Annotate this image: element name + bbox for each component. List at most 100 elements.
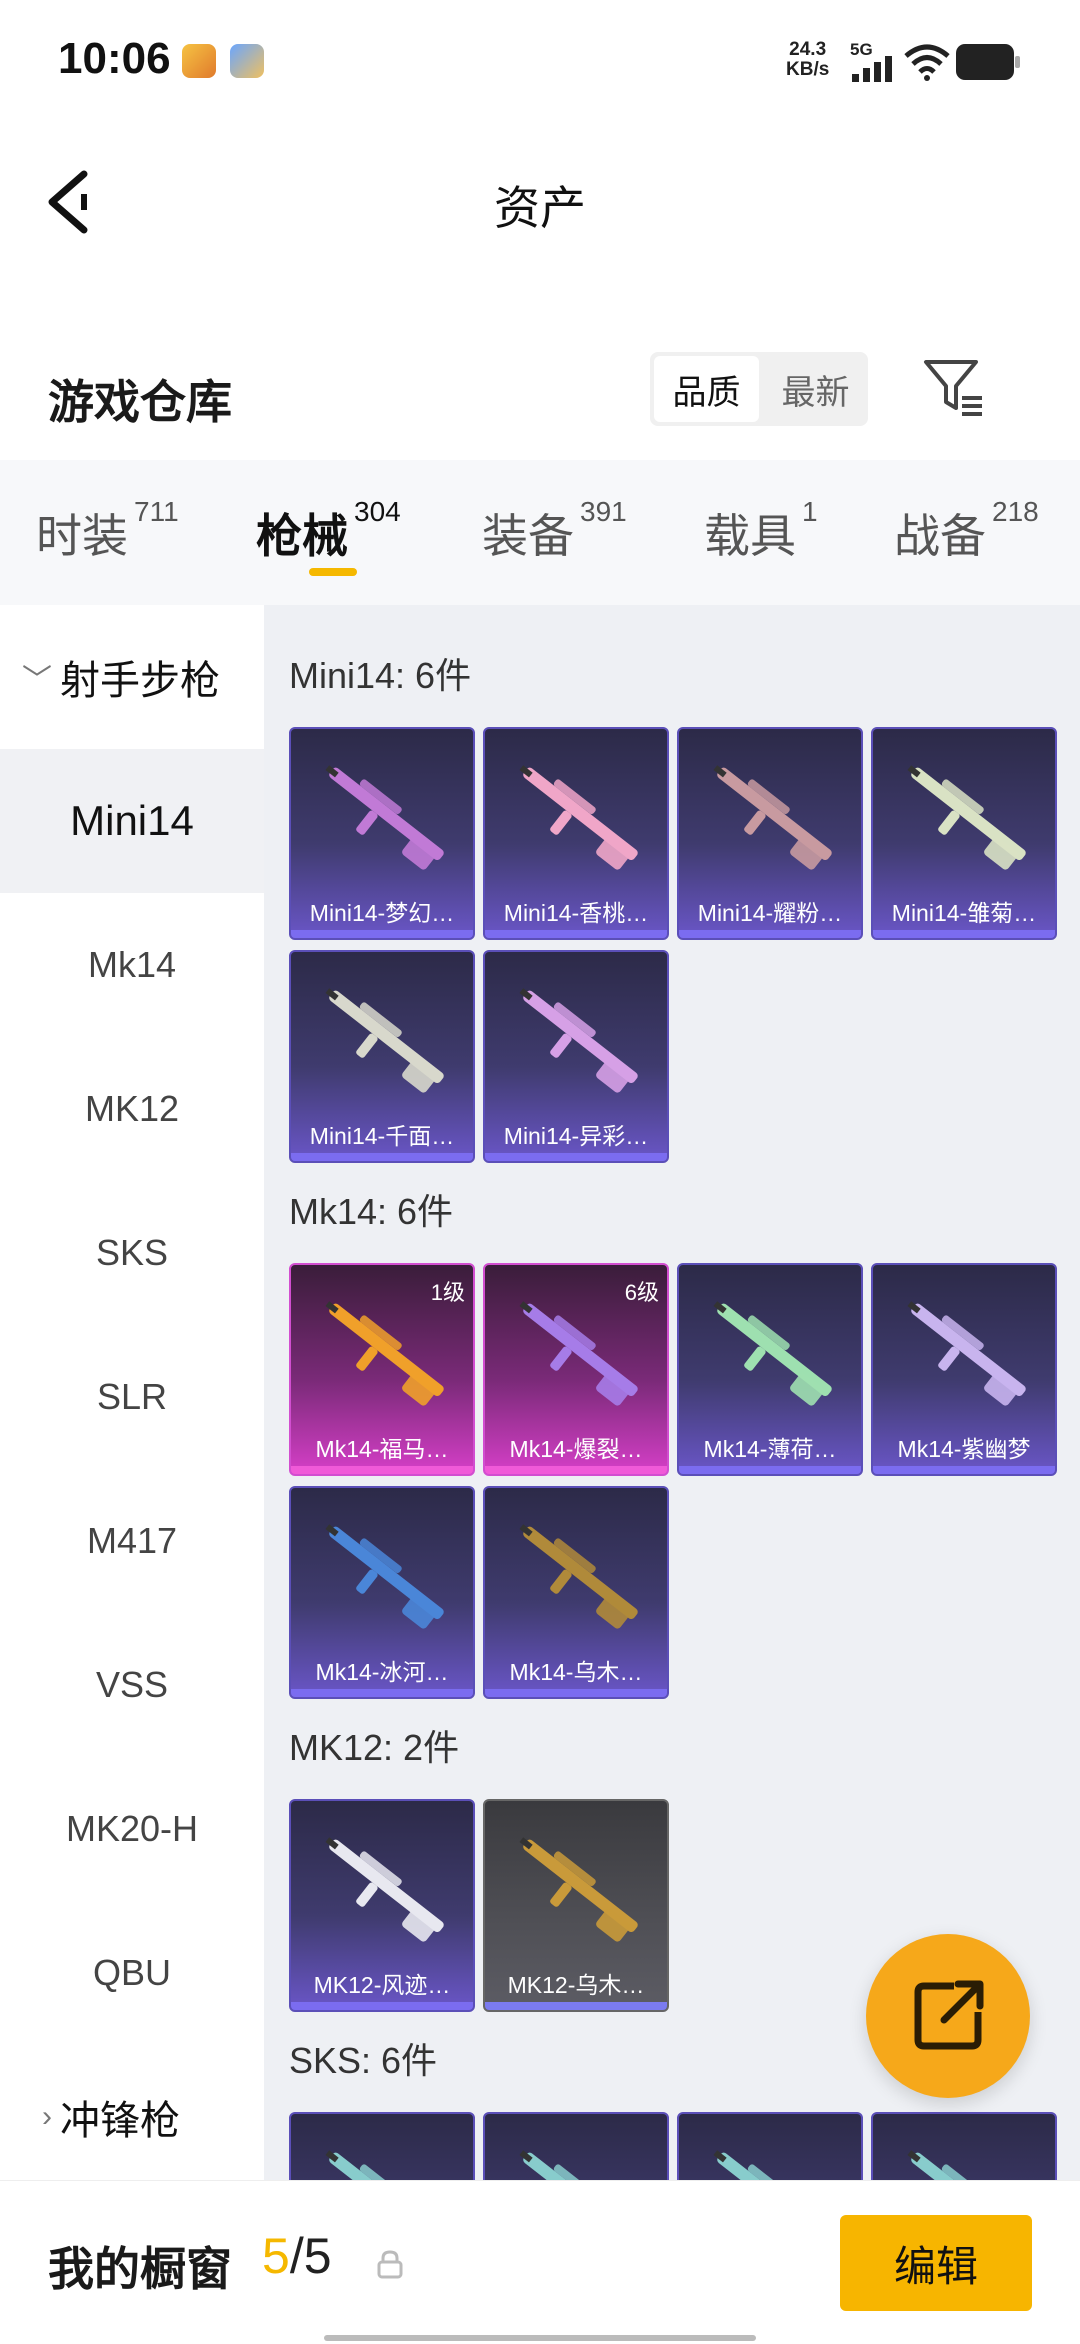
weapon-card[interactable]: Mini14-耀粉… <box>677 727 863 940</box>
weapon-card[interactable]: Mk14-薄荷… <box>677 1263 863 1476</box>
weapon-name: Mini14-雏菊… <box>891 900 1037 926</box>
weapon-skin-image <box>519 2150 638 2180</box>
showcase-bar: 我的橱窗 5/5 编辑 <box>0 2180 1080 2344</box>
weapon-name: Mini14-耀粉… <box>697 900 843 926</box>
page-title: 资产 <box>494 182 586 234</box>
sort-toggle: 品质 最新 <box>650 352 868 426</box>
weapon-name: Mini14-异彩… <box>503 1123 649 1149</box>
sidebar-item-mk12[interactable]: MK12 <box>0 1037 264 1181</box>
weapon-skin-image <box>519 988 638 1093</box>
weapon-card[interactable]: Mk14-冰河… <box>289 1486 475 1699</box>
weapon-skin-image <box>713 1301 832 1406</box>
sidebar-item-mk14[interactable]: Mk14 <box>0 893 264 1037</box>
notification-app-icon <box>182 44 216 78</box>
filter-button[interactable] <box>922 356 986 420</box>
weapon-name: Mini14-香桃… <box>503 900 649 926</box>
category-tabs: 时装 711 枪械 304 装备 391 载具 1 战备 218 <box>0 460 1080 605</box>
edit-button[interactable]: 编辑 <box>840 2215 1032 2311</box>
weapon-card[interactable]: 6级 Mk14-爆裂… <box>483 1263 669 1476</box>
rarity-bar <box>291 2002 473 2010</box>
signal-icon <box>852 56 892 82</box>
weapon-level-badge: 6级 <box>624 1280 659 1305</box>
weapon-name: Mk14-乌木… <box>509 1659 643 1685</box>
rarity-bar <box>679 930 861 938</box>
weapon-sidebar: ﹀ 射手步枪 Mini14 Mk14 MK12 SKS SLR M417 VSS… <box>0 605 264 2180</box>
sidebar-item-mk20h[interactable]: MK20-H <box>0 1757 264 1901</box>
weapon-card[interactable]: Mini14-千面… <box>289 950 475 1163</box>
lock-icon <box>377 2250 403 2279</box>
weapon-card[interactable]: Mini14-梦幻… <box>289 727 475 940</box>
tab-supplies[interactable]: 战备 218 <box>894 496 1039 566</box>
sort-option-newest[interactable]: 最新 <box>763 352 868 426</box>
battery-icon <box>956 44 1020 80</box>
weapon-name: MK12-风迹… <box>313 1972 451 1998</box>
chevron-right-icon: › <box>42 2100 52 2133</box>
weapon-card[interactable]: MK12-风迹… <box>289 1799 475 2012</box>
showcase-label: 我的橱窗 <box>48 2243 232 2295</box>
weapon-card[interactable]: Mini14-香桃… <box>483 727 669 940</box>
weapon-name: MK12-乌木… <box>507 1972 645 1998</box>
share-icon <box>914 1980 984 2050</box>
sidebar-item-slr[interactable]: SLR <box>0 1325 264 1469</box>
weapon-level-badge: 1级 <box>430 1280 465 1305</box>
weapon-name: Mini14-梦幻… <box>309 900 455 926</box>
weapon-card[interactable] <box>483 2112 669 2180</box>
sidebar-item-vss[interactable]: VSS <box>0 1613 264 1757</box>
weapon-card[interactable]: Mk14-紫幽梦 <box>871 1263 1057 1476</box>
weapon-skin-image <box>713 2150 832 2180</box>
tab-equipment[interactable]: 装备 391 <box>482 496 627 566</box>
share-button[interactable] <box>866 1934 1030 2098</box>
weapon-skin-image <box>907 765 1026 870</box>
weapon-card[interactable] <box>677 2112 863 2180</box>
rarity-bar <box>291 1689 473 1697</box>
section-title: SKS: 6件 <box>289 2040 438 2081</box>
rarity-bar <box>679 1466 861 1474</box>
network-speed: 24.3 KB/s <box>786 39 830 80</box>
status-time: 10:06 <box>58 34 171 83</box>
sidebar-item-m417[interactable]: M417 <box>0 1469 264 1613</box>
sidebar-category-marksman[interactable]: ﹀ 射手步枪 <box>0 605 264 749</box>
weapon-name: Mk14-福马… <box>315 1436 449 1462</box>
rarity-bar <box>873 1466 1055 1474</box>
tab-fashion[interactable]: 时装 711 <box>36 496 179 566</box>
weapon-skin-image <box>519 765 638 870</box>
app-header: 资产 <box>0 120 1080 280</box>
weapon-skin-image <box>907 2150 1026 2180</box>
tab-firearms[interactable]: 枪械 304 <box>256 496 401 566</box>
rarity-bar <box>291 1153 473 1161</box>
weapon-card[interactable] <box>871 2112 1057 2180</box>
sidebar-item-mini14[interactable]: Mini14 <box>0 749 264 893</box>
home-indicator <box>324 2335 756 2341</box>
sidebar-item-sks[interactable]: SKS <box>0 1181 264 1325</box>
weapon-card[interactable]: 1级 Mk14-福马… <box>289 1263 475 1476</box>
tab-vehicles[interactable]: 载具 1 <box>704 496 818 566</box>
sidebar-category-smg[interactable]: › 冲锋枪 <box>0 2045 264 2180</box>
weapon-card[interactable]: Mini14-异彩… <box>483 950 669 1163</box>
weapon-name: Mk14-紫幽梦 <box>897 1436 1031 1462</box>
rarity-bar <box>291 930 473 938</box>
weapon-card[interactable]: Mk14-乌木… <box>483 1486 669 1699</box>
weapon-card[interactable]: Mini14-雏菊… <box>871 727 1057 940</box>
rarity-bar <box>485 1466 667 1474</box>
sidebar-item-qbu[interactable]: QBU <box>0 1901 264 2045</box>
rarity-bar <box>485 1689 667 1697</box>
warehouse-title: 游戏仓库 <box>48 376 232 428</box>
notification-app-icon <box>230 44 264 78</box>
sort-option-quality[interactable]: 品质 <box>654 356 759 422</box>
rarity-bar <box>873 930 1055 938</box>
rarity-bar <box>485 1153 667 1161</box>
filter-icon <box>924 360 982 416</box>
status-bar: 10:06 24.3 KB/s 5G <box>0 0 1080 120</box>
weapon-name: Mk14-薄荷… <box>703 1436 837 1462</box>
weapon-card[interactable]: MK12-乌木… <box>483 1799 669 2012</box>
rarity-bar <box>291 1466 473 1474</box>
weapon-name: Mk14-冰河… <box>315 1659 449 1685</box>
weapon-name: Mk14-爆裂… <box>509 1436 643 1462</box>
weapon-skin-image <box>325 988 444 1093</box>
weapon-skin-image <box>519 1837 638 1942</box>
weapon-skin-image <box>713 765 832 870</box>
weapon-card[interactable] <box>289 2112 475 2180</box>
weapon-skin-image <box>325 1524 444 1629</box>
rarity-bar <box>485 930 667 938</box>
showcase-count: 5/5 <box>262 2228 332 2284</box>
